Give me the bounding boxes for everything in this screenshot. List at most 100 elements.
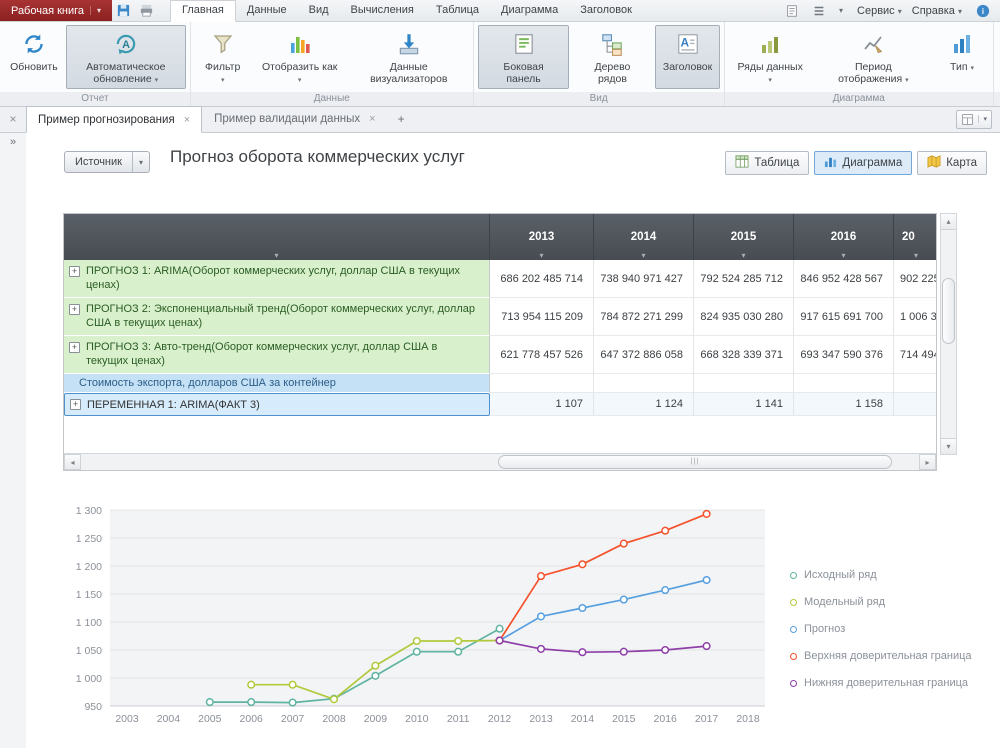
table-cell[interactable] [794,374,894,393]
source-button[interactable]: Источник ▾ [64,151,150,173]
table-cell[interactable]: 1 006 383 [894,298,937,336]
report-layout-button[interactable]: ▾ [956,110,992,129]
scroll-right-icon[interactable]: ▸ [919,454,936,470]
view-chart-button[interactable]: Диаграмма [814,151,912,175]
table-header-year[interactable]: 2016▾ [794,214,894,260]
ribbon: ОбновитьAАвтоматическое обновление ▾Отче… [0,22,1000,107]
legend-item-4[interactable]: Нижняя доверительная граница [790,676,972,690]
ribbon-tab-3[interactable]: Вычисления [340,0,425,21]
table-cell[interactable]: 846 952 428 567 [794,260,894,298]
document-tab-1[interactable]: Пример валидации данных× [202,106,387,132]
view-table-button[interactable]: Таблица [725,151,809,175]
ribbon-tab-2[interactable]: Вид [298,0,340,21]
table-cell[interactable]: 1 141 [694,393,794,416]
chevron-down-icon[interactable]: ▾ [835,6,847,15]
table-header-series[interactable]: ▾ [64,214,490,260]
table-cell[interactable] [894,374,937,393]
table-cell[interactable] [894,393,937,416]
table-cell[interactable]: 621 778 457 526 [490,336,594,374]
ribbon-tab-6[interactable]: Заголовок [569,0,643,21]
table-cell[interactable]: 1 107 [490,393,594,416]
ribbon-button[interactable]: Дерево рядов [571,25,653,89]
expand-sidebar-icon[interactable]: » [0,133,26,148]
table-cell[interactable] [594,374,694,393]
filter-icon[interactable]: ▾ [539,251,543,260]
ribbon-tab-0[interactable]: Главная [170,0,236,22]
legend-item-1[interactable]: Модельный ряд [790,595,972,609]
filter-icon[interactable]: ▾ [841,251,845,260]
table-cell[interactable]: 902 225 [894,260,937,298]
list-icon[interactable] [808,4,830,18]
table-cell[interactable]: 1 124 [594,393,694,416]
table-cell[interactable]: 668 328 339 371 [694,336,794,374]
table-cell[interactable]: 917 615 691 700 [794,298,894,336]
view-map-button[interactable]: Карта [917,151,987,175]
ribbon-button[interactable]: Тип ▾ [935,25,989,89]
ribbon-button[interactable]: Фильтр ▾ [195,25,251,89]
horizontal-scrollbar-thumb[interactable]: ||| [498,455,892,469]
close-icon[interactable]: × [369,113,375,125]
filter-icon[interactable]: ▾ [741,251,745,260]
row-label[interactable]: Стоимость экспорта, долларов США за конт… [64,374,490,393]
filter-icon[interactable]: ▾ [274,251,278,260]
table-header-year[interactable]: 2015▾ [694,214,794,260]
ribbon-button[interactable]: AАвтоматическое обновление ▾ [66,25,186,89]
expand-icon[interactable]: + [69,266,80,277]
table-cell[interactable]: 824 935 030 280 [694,298,794,336]
vertical-scrollbar-thumb[interactable] [942,278,955,344]
table-cell[interactable] [694,374,794,393]
table-cell[interactable] [490,374,594,393]
expand-icon[interactable]: + [69,342,80,353]
menu-item-1[interactable]: Справка ▾ [907,5,967,17]
legend-item-0[interactable]: Исходный ряд [790,568,972,582]
menu-item-0[interactable]: Сервис ▾ [852,5,907,17]
ribbon-tab-5[interactable]: Диаграмма [490,0,569,21]
table-cell[interactable]: 792 524 285 712 [694,260,794,298]
info-icon[interactable]: i [972,4,994,18]
filter-icon[interactable]: ▾ [914,251,918,260]
row-label[interactable]: +ПРОГНОЗ 3: Авто-тренд(Оборот коммерческ… [64,336,490,374]
table-header-year[interactable]: 2013▾ [490,214,594,260]
ribbon-button[interactable]: Отобразить как ▾ [253,25,347,89]
print-icon[interactable] [135,0,158,21]
ribbon-tab-4[interactable]: Таблица [425,0,490,21]
table-header-year[interactable]: 2014▾ [594,214,694,260]
scroll-up-icon[interactable]: ▴ [941,214,956,230]
table-header-year[interactable]: 20▾ [894,214,937,260]
table-cell[interactable]: 714 494 [894,336,937,374]
new-tab-button[interactable]: + [388,107,415,132]
legend-item-2[interactable]: Прогноз [790,622,972,636]
expand-icon[interactable]: + [69,304,80,315]
expand-icon[interactable]: + [70,399,81,410]
ribbon-tab-1[interactable]: Данные [236,0,298,21]
scroll-left-icon[interactable]: ◂ [64,454,81,470]
horizontal-scrollbar[interactable]: ◂ ||| ▸ [64,453,936,470]
ribbon-button[interactable]: Период отображения ▾ [814,25,933,89]
document-tab-0[interactable]: Пример прогнозирования× [26,106,202,133]
table-cell[interactable]: 1 158 [794,393,894,416]
ribbon-button[interactable]: Обновить [4,25,64,89]
ribbon-button[interactable]: Ряды данных ▾ [729,25,812,89]
ribbon-button[interactable]: Данные визуализаторов [349,25,469,89]
table-cell[interactable]: 784 872 271 299 [594,298,694,336]
ribbon-button[interactable]: Боковая панель [478,25,570,89]
filter-icon[interactable]: ▾ [641,251,645,260]
table-cell[interactable]: 647 372 886 058 [594,336,694,374]
close-icon[interactable]: × [0,107,26,132]
row-label[interactable]: +ПЕРЕМЕННАЯ 1: ARIMA(ФАКТ 3) [64,393,490,416]
row-label[interactable]: +ПРОГНОЗ 2: Экспоненциальный тренд(Оборо… [64,298,490,336]
vertical-scrollbar[interactable]: ▴ ▾ [940,213,957,455]
workbook-menu-button[interactable]: Рабочая книга ▾ [0,0,112,21]
table-cell[interactable]: 686 202 485 714 [490,260,594,298]
ribbon-button[interactable]: AЗаголовок [655,25,719,89]
close-icon[interactable]: × [184,114,190,126]
table-cell[interactable]: 713 954 115 209 [490,298,594,336]
row-label[interactable]: +ПРОГНОЗ 1: ARIMA(Оборот коммерческих ус… [64,260,490,298]
page-icon[interactable] [781,4,803,18]
table-cell[interactable]: 738 940 971 427 [594,260,694,298]
legend-item-3[interactable]: Верхняя доверительная граница [790,649,972,663]
table-cell[interactable]: 693 347 590 376 [794,336,894,374]
save-icon[interactable] [112,0,135,21]
chevron-down-icon[interactable]: ▾ [978,115,991,123]
scroll-down-icon[interactable]: ▾ [941,438,956,454]
